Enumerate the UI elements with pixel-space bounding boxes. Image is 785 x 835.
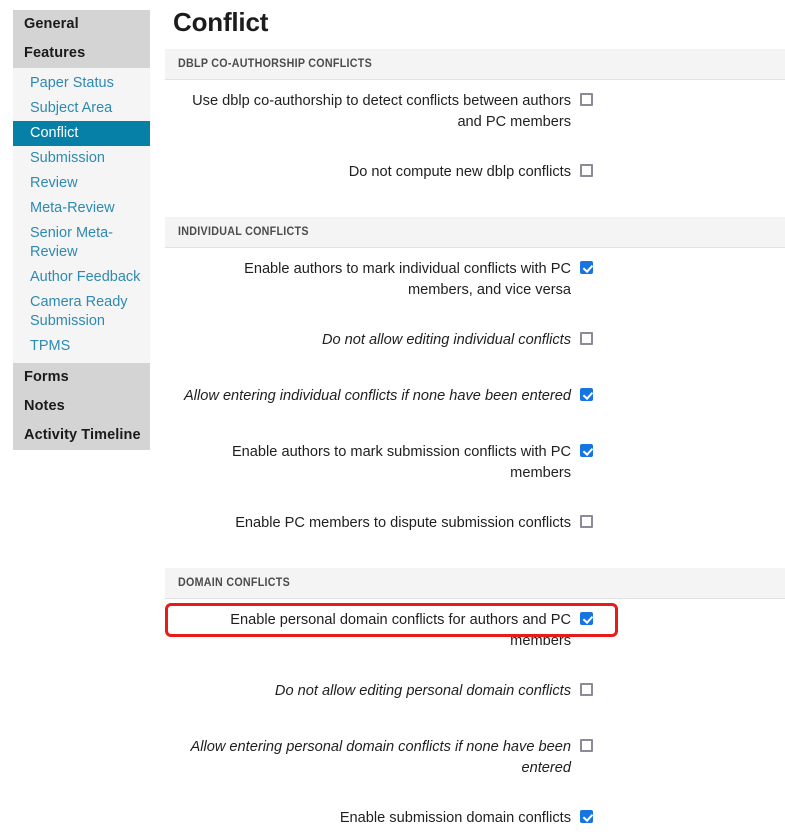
settings-sections: DBLP CO-AUTHORSHIP CONFLICTS Use dblp co-…: [165, 49, 785, 835]
checkbox-allow-entering-personal-domain-conflicts-if-none-have-been-e[interactable]: [580, 739, 593, 752]
section-header-label: DOMAIN CONFLICTS: [178, 577, 291, 589]
section-header-dblp-co-authorship-conflicts: DBLP CO-AUTHORSHIP CONFLICTS: [165, 49, 785, 80]
preference-row-use-dblp-co-authorship-to-detect-conflicts-between-authors-a: Use dblp co-authorship to detect conflic…: [165, 90, 785, 133]
section-rows: Enable authors to mark individual confli…: [165, 248, 785, 540]
sidebar-sublist-features: Paper Status Subject Area Conflict Submissi…: [13, 68, 150, 363]
checkbox-enable-pc-members-to-dispute-submission-conflicts[interactable]: [580, 515, 593, 528]
preference-row-enable-authors-to-mark-individual-conflicts-with-pc-members-: Enable authors to mark individual confli…: [165, 258, 785, 301]
preference-row-do-not-allow-editing-personal-domain-conflicts: Do not allow editing personal domain con…: [165, 680, 785, 708]
section-header-domain-conflicts: DOMAIN CONFLICTS: [165, 568, 785, 599]
section-header-label: DBLP CO-AUTHORSHIP CONFLICTS: [178, 58, 373, 70]
preference-checkbox-wrapper: [580, 261, 593, 274]
preference-row-enable-submission-domain-conflicts: Enable submission domain conflicts: [165, 807, 785, 835]
preference-row-allow-entering-personal-domain-conflicts-if-none-have-been-e: Allow entering personal domain conflicts…: [165, 736, 785, 779]
checkbox-do-not-allow-editing-personal-domain-conflicts[interactable]: [580, 683, 593, 696]
sidebar-item-submission[interactable]: Submission: [13, 146, 150, 171]
checkbox-allow-entering-individual-conflicts-if-none-have-been-entere[interactable]: [580, 388, 593, 401]
section-rows: Use dblp co-authorship to detect conflic…: [165, 80, 785, 189]
sidebar-item-author-feedback[interactable]: Author Feedback: [13, 265, 150, 290]
preference-checkbox-wrapper: [580, 739, 593, 752]
preference-row-do-not-allow-editing-individual-conflicts: Do not allow editing individual conflict…: [165, 329, 785, 357]
preference-row-do-not-compute-new-dblp-conflicts: Do not compute new dblp conflicts: [165, 161, 785, 189]
sidebar-item-meta-review[interactable]: Meta-Review: [13, 196, 150, 221]
preference-row-enable-personal-domain-conflicts-for-authors-and-pc-members: Enable personal domain conflicts for aut…: [165, 603, 785, 652]
preference-checkbox-wrapper: [580, 93, 593, 106]
preference-label: Do not allow editing personal domain con…: [274, 683, 571, 699]
preference-checkbox-wrapper: [580, 612, 593, 625]
sidebar-item-camera-ready-submission[interactable]: Camera Ready Submission: [13, 290, 150, 334]
section-header-individual-conflicts: INDIVIDUAL CONFLICTS: [165, 217, 785, 248]
checkbox-do-not-compute-new-dblp-conflicts[interactable]: [580, 164, 593, 177]
checkbox-use-dblp-co-authorship-to-detect-conflicts-between-authors-a[interactable]: [580, 93, 593, 106]
checkbox-enable-authors-to-mark-submission-conflicts-with-pc-members[interactable]: [580, 444, 593, 457]
sidebar-group-features[interactable]: Features: [13, 39, 150, 68]
section-header-label: INDIVIDUAL CONFLICTS: [178, 226, 309, 238]
sidebar-item-paper-status[interactable]: Paper Status: [13, 71, 150, 96]
preference-checkbox-wrapper: [580, 683, 593, 696]
preference-label: Enable submission domain conflicts: [339, 810, 571, 826]
preference-label: Enable authors to mark submission confli…: [231, 444, 571, 481]
preference-checkbox-wrapper: [580, 164, 593, 177]
sidebar-item-review[interactable]: Review: [13, 171, 150, 196]
preference-label: Allow entering personal domain conflicts…: [190, 739, 572, 776]
checkbox-enable-submission-domain-conflicts[interactable]: [580, 810, 593, 823]
preference-checkbox-wrapper: [580, 515, 593, 528]
preference-label: Enable PC members to dispute submission …: [235, 515, 571, 531]
preference-label: Enable personal domain conflicts for aut…: [230, 612, 571, 649]
preference-row-enable-authors-to-mark-submission-conflicts-with-pc-members: Enable authors to mark submission confli…: [165, 441, 785, 484]
sidebar-item-tpms[interactable]: TPMS: [13, 334, 150, 359]
preference-row-enable-pc-members-to-dispute-submission-conflicts: Enable PC members to dispute submission …: [165, 512, 785, 540]
preference-row-allow-entering-individual-conflicts-if-none-have-been-entere: Allow entering individual conflicts if n…: [165, 385, 785, 413]
preference-label: Enable authors to mark individual confli…: [244, 261, 571, 298]
checkbox-enable-personal-domain-conflicts-for-authors-and-pc-members[interactable]: [580, 612, 593, 625]
page-title: Conflict: [173, 7, 269, 37]
preference-checkbox-wrapper: [580, 388, 593, 401]
checkbox-do-not-allow-editing-individual-conflicts[interactable]: [580, 332, 593, 345]
sidebar-group-forms[interactable]: Forms: [13, 363, 150, 392]
preference-checkbox-wrapper: [580, 332, 593, 345]
preference-checkbox-wrapper: [580, 444, 593, 457]
preference-label: Allow entering individual conflicts if n…: [184, 388, 571, 404]
main-content: Conflict DBLP CO-AUTHORSHIP CONFLICTS Use…: [165, 0, 785, 826]
sidebar-group-notes[interactable]: Notes: [13, 392, 150, 421]
sidebar-navigation: General Features Paper Status Subject Area C…: [13, 10, 150, 450]
preference-label: Do not allow editing individual conflict…: [321, 332, 571, 348]
preference-label: Do not compute new dblp conflicts: [348, 164, 571, 180]
sidebar-item-subject-area[interactable]: Subject Area: [13, 96, 150, 121]
sidebar-item-senior-meta-review[interactable]: Senior Meta-Review: [13, 221, 150, 265]
sidebar-group-activity-timeline[interactable]: Activity Timeline: [13, 421, 150, 450]
checkbox-enable-authors-to-mark-individual-conflicts-with-pc-members-[interactable]: [580, 261, 593, 274]
preference-checkbox-wrapper: [580, 810, 593, 823]
preference-label: Use dblp co-authorship to detect conflic…: [192, 93, 571, 130]
sidebar-group-general[interactable]: General: [13, 10, 150, 39]
section-rows: Enable personal domain conflicts for aut…: [165, 599, 785, 835]
sidebar-item-conflict[interactable]: Conflict: [13, 121, 150, 146]
